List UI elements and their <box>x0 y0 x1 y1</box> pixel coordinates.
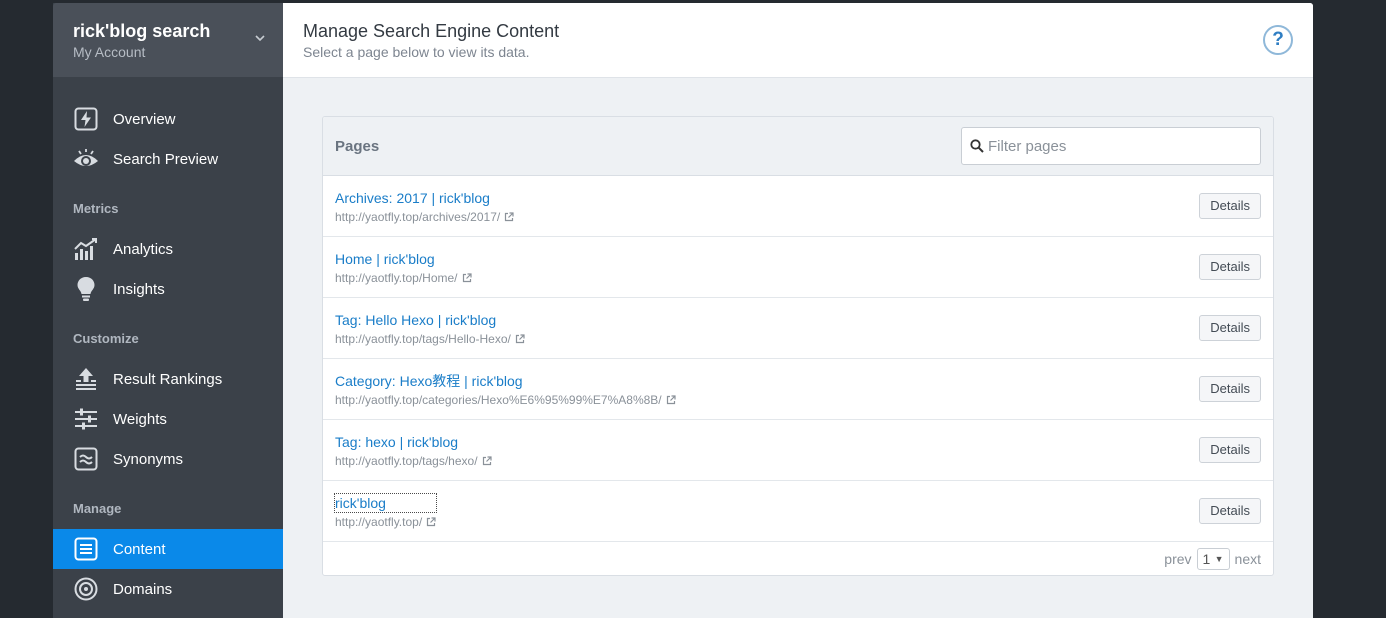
page-url: http://yaotfly.top/archives/2017/ <box>335 209 501 224</box>
page-title-link[interactable]: rick'blog <box>333 492 438 513</box>
nav-item-content[interactable]: Content <box>53 529 283 569</box>
table-row: Home | rick'blog http://yaotfly.top/Home/… <box>323 237 1273 298</box>
account-subtitle: My Account <box>73 44 146 60</box>
table-row: Tag: Hello Hexo | rick'blog http://yaotfl… <box>323 298 1273 359</box>
nav-label-insights: Insights <box>113 280 165 298</box>
nav-item-insights[interactable]: Insights <box>53 269 283 309</box>
bar-chart-icon <box>73 236 99 262</box>
row-info: Category: Hexo教程 | rick'blog http://yaotf… <box>335 372 676 407</box>
row-info: Tag: hexo | rick'blog http://yaotfly.top/… <box>335 433 492 468</box>
table-row: Tag: hexo | rick'blog http://yaotfly.top/… <box>323 420 1273 481</box>
page-subtitle: Select a page below to view its data. <box>303 44 530 60</box>
rank-arrow-icon <box>73 366 99 392</box>
nav-label-domains: Domains <box>113 580 173 598</box>
sliders-icon <box>73 406 99 432</box>
page-url: http://yaotfly.top/categories/Hexo%E6%95… <box>335 392 662 407</box>
nav-item-domains[interactable]: Domains <box>53 569 283 609</box>
nav-label-analytics: Analytics <box>113 240 174 258</box>
external-link-icon <box>462 272 472 282</box>
page-url: http://yaotfly.top/tags/hexo/ <box>335 453 478 468</box>
external-link-icon <box>666 394 676 404</box>
nav-label-search-preview: Search Preview <box>113 150 219 168</box>
bolt-icon <box>73 106 99 132</box>
app-window: rick'blog search My Account Overview Sea… <box>53 3 1313 618</box>
nav-label-synonyms: Synonyms <box>113 450 184 468</box>
nav-label-result-rankings: Result Rankings <box>113 370 223 388</box>
nav-item-synonyms[interactable]: Synonyms <box>53 439 283 479</box>
nav-item-analytics[interactable]: Analytics <box>53 229 283 269</box>
nav-item-overview[interactable]: Overview <box>53 99 283 139</box>
search-icon <box>970 139 984 153</box>
page-url: http://yaotfly.top/ <box>335 514 423 529</box>
details-button[interactable]: Details <box>1199 254 1261 280</box>
prev-link[interactable]: prev <box>1164 551 1191 567</box>
panel-title: Pages <box>335 137 380 155</box>
nav-label-overview: Overview <box>113 110 176 128</box>
target-icon <box>73 576 99 602</box>
page-url-link[interactable]: http://yaotfly.top/archives/2017/ <box>335 210 514 224</box>
account-name: rick'blog search <box>73 21 211 41</box>
filter-pages-input[interactable] <box>988 137 1248 155</box>
page-url: http://yaotfly.top/Home/ <box>335 270 458 285</box>
details-button[interactable]: Details <box>1199 498 1261 524</box>
page-url-link[interactable]: http://yaotfly.top/Home/ <box>335 271 472 285</box>
section-label-manage: Manage <box>73 501 122 516</box>
nav-item-search-preview[interactable]: Search Preview <box>53 139 283 179</box>
row-info: rick'blog http://yaotfly.top/ <box>333 492 438 529</box>
chevron-down-icon <box>255 35 265 42</box>
account-switcher[interactable]: rick'blog search My Account <box>53 3 283 77</box>
page-url-link[interactable]: http://yaotfly.top/ <box>335 515 436 529</box>
pagination: prev 1 ▼ next <box>323 542 1273 575</box>
page-title-link[interactable]: Home | rick'blog <box>335 250 472 268</box>
nav-label-weights: Weights <box>113 410 167 428</box>
row-info: Home | rick'blog http://yaotfly.top/Home/ <box>335 250 472 285</box>
approx-equal-icon <box>73 446 99 472</box>
details-button[interactable]: Details <box>1199 376 1261 402</box>
external-link-icon <box>505 211 514 221</box>
details-button[interactable]: Details <box>1199 193 1261 219</box>
page-title-link[interactable]: Archives: 2017 | rick'blog <box>335 189 514 207</box>
caret-down-icon: ▼ <box>1214 554 1224 564</box>
page-url-link[interactable]: http://yaotfly.top/tags/Hello-Hexo/ <box>335 332 525 346</box>
page-title: Manage Search Engine Content <box>303 21 560 41</box>
help-button[interactable]: ? <box>1263 25 1293 55</box>
eye-icon <box>73 146 99 172</box>
details-button[interactable]: Details <box>1199 315 1261 341</box>
external-link-icon <box>515 333 525 343</box>
page-select[interactable]: 1 ▼ <box>1196 548 1230 570</box>
page-title-link[interactable]: Category: Hexo教程 | rick'blog <box>335 372 676 390</box>
page-url: http://yaotfly.top/tags/Hello-Hexo/ <box>335 331 511 346</box>
page-title-link[interactable]: Tag: hexo | rick'blog <box>335 433 492 451</box>
page-header: Manage Search Engine Content Select a pa… <box>283 3 1313 78</box>
external-link-icon <box>427 516 436 526</box>
row-info: Archives: 2017 | rick'blog http://yaotfly… <box>335 189 514 224</box>
nav-label-content: Content <box>113 540 166 558</box>
nav-item-weights[interactable]: Weights <box>53 399 283 439</box>
row-info: Tag: Hello Hexo | rick'blog http://yaotfl… <box>335 311 525 346</box>
details-button[interactable]: Details <box>1199 437 1261 463</box>
page-url-link[interactable]: http://yaotfly.top/tags/hexo/ <box>335 454 492 468</box>
nav-item-result-rankings[interactable]: Result Rankings <box>53 359 283 399</box>
main-content: Manage Search Engine Content Select a pa… <box>283 3 1313 618</box>
page-title-link[interactable]: Tag: Hello Hexo | rick'blog <box>335 311 525 329</box>
filter-field[interactable] <box>961 127 1261 165</box>
table-row: Archives: 2017 | rick'blog http://yaotfly… <box>323 176 1273 237</box>
external-link-icon <box>482 455 492 465</box>
table-row: Category: Hexo教程 | rick'blog http://yaotf… <box>323 359 1273 420</box>
list-icon <box>73 536 99 562</box>
page-url-link[interactable]: http://yaotfly.top/categories/Hexo%E6%95… <box>335 393 676 407</box>
table-row: rick'blog http://yaotfly.top/Details <box>323 481 1273 542</box>
panel-header: Pages <box>323 117 1273 176</box>
page-select-value: 1 <box>1202 551 1211 567</box>
pages-panel: Pages Archives: 2017 | rick'blog http://y… <box>322 116 1274 576</box>
sidebar: rick'blog search My Account Overview Sea… <box>53 3 283 618</box>
section-label-customize: Customize <box>73 331 139 346</box>
section-label-metrics: Metrics <box>73 201 119 216</box>
lightbulb-icon <box>73 276 99 302</box>
next-link[interactable]: next <box>1235 551 1261 567</box>
